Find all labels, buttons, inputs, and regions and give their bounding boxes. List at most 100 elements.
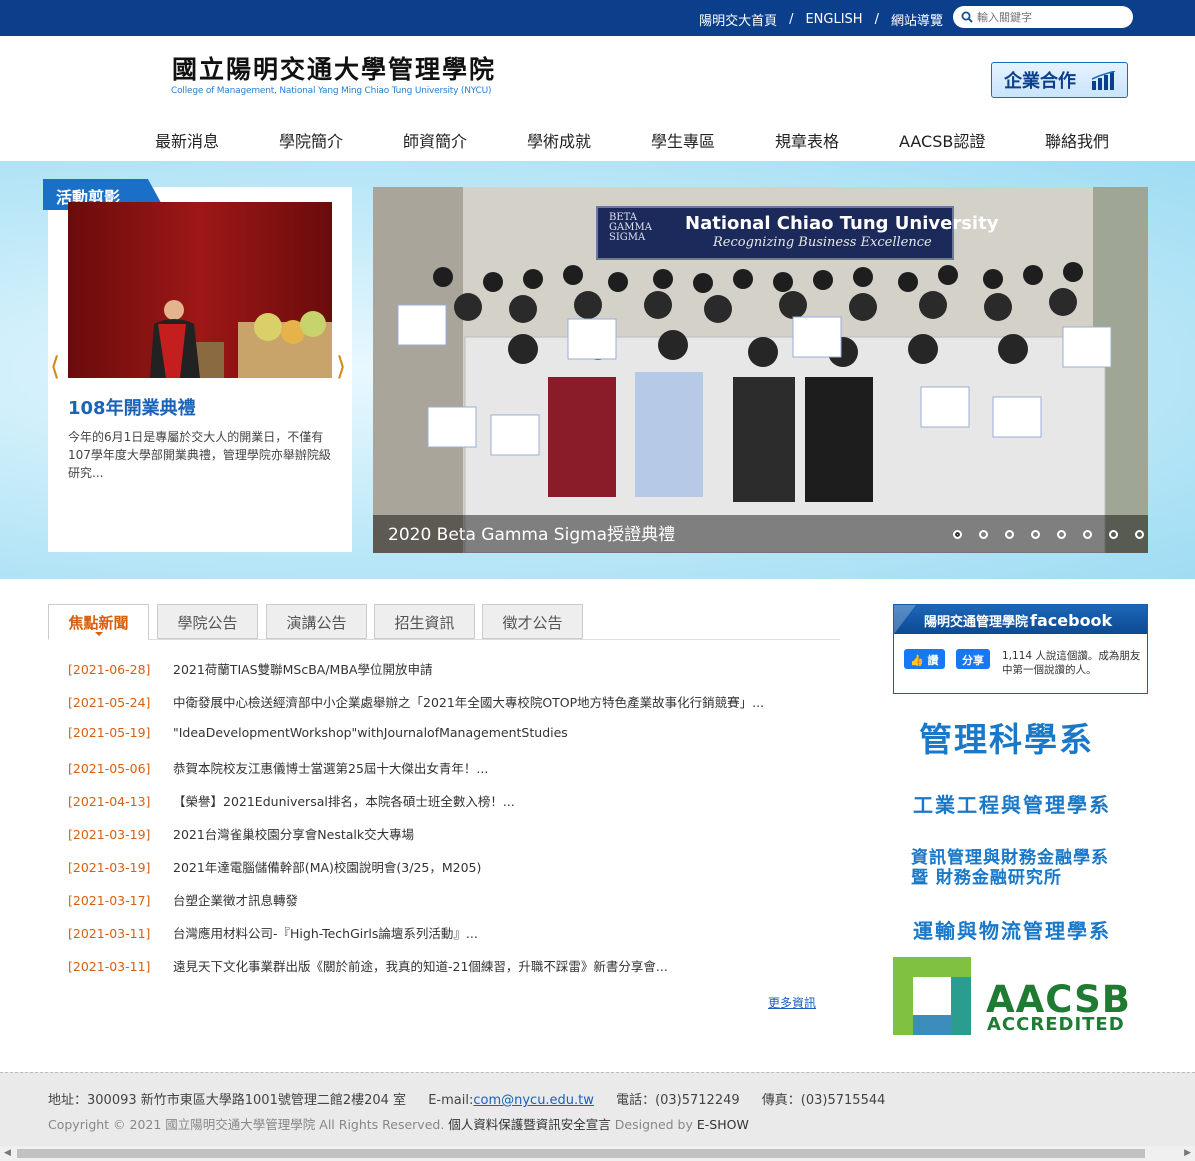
- news-title: 恭賀本院校友江惠儀博士當選第25屆十大傑出女青年！...: [173, 761, 489, 776]
- news-date: [2021-05-24]: [68, 695, 151, 710]
- top-bar: 陽明交大首頁 / ENGLISH / 網站導覽: [0, 0, 1195, 36]
- nav-contact[interactable]: 聯絡我們: [1045, 128, 1109, 152]
- main-navigation: 最新消息 學院簡介 師資簡介 學術成就 學生專區 規章表格 AACSB認證 聯絡…: [0, 128, 1195, 152]
- more-info-link[interactable]: 更多資訊: [768, 994, 816, 1011]
- news-item[interactable]: [2021-05-06] 恭賀本院校友江惠儀博士當選第25屆十大傑出女青年！...: [68, 758, 488, 777]
- tab-admissions[interactable]: 招生資訊: [374, 604, 475, 639]
- hero-slider[interactable]: BETA GAMMA SIGMA National Chiao Tung Uni…: [373, 187, 1148, 553]
- slide-caption[interactable]: 2020 Beta Gamma Sigma授證典禮: [388, 520, 675, 545]
- news-date: [2021-03-19]: [68, 827, 151, 842]
- news-title: 2021台灣雀巢校園分享會Nestalk交大專場: [173, 827, 415, 842]
- facebook-like-button[interactable]: 👍 讚: [904, 649, 945, 669]
- thumbs-up-icon: 👍: [910, 654, 928, 667]
- facebook-brand: facebook: [1030, 611, 1113, 630]
- news-item[interactable]: [2021-03-17] 台塑企業徵才訊息轉發: [68, 890, 298, 909]
- scroll-left-icon[interactable]: ◀: [4, 1148, 11, 1158]
- english-link[interactable]: ENGLISH: [805, 12, 862, 27]
- facebook-share-button[interactable]: 分享: [956, 649, 990, 669]
- nycu-home-link[interactable]: 陽明交大首頁: [699, 10, 777, 29]
- slider-dot[interactable]: [979, 530, 988, 539]
- activity-description: 今年的6月1日是專屬於交大人的開業日，不僅有107學年度大學部開業典禮，管理學院…: [68, 430, 331, 480]
- dept-industrial-engineering[interactable]: 工業工程與管理學系: [913, 789, 1111, 818]
- activity-title[interactable]: 108年開業典禮: [68, 394, 196, 420]
- search-box: [953, 6, 1133, 28]
- nav-students[interactable]: 學生專區: [651, 128, 715, 152]
- news-title: 台灣應用材料公司-『High-TechGirls論壇系列活動』...: [173, 926, 478, 941]
- dept-finance-institute[interactable]: 暨 財務金融研究所: [911, 863, 1062, 888]
- separator: /: [874, 12, 879, 27]
- nav-academic[interactable]: 學術成就: [527, 128, 591, 152]
- activity-prev-arrow[interactable]: ⟨: [50, 352, 60, 382]
- news-title: 台塑企業徵才訊息轉發: [173, 893, 299, 908]
- news-item[interactable]: [2021-03-19] 2021年達電腦儲備幹部(MA)校園說明會(3/25，M…: [68, 857, 481, 876]
- search-icon[interactable]: [961, 11, 973, 23]
- copyright-text: Copyright © 2021 國立陽明交通大學管理學院 All Rights…: [48, 1117, 445, 1132]
- college-title[interactable]: 國立陽明交通大學管理學院: [172, 50, 496, 86]
- dept-transportation-logistics[interactable]: 運輸與物流管理學系: [913, 915, 1111, 944]
- news-date: [2021-06-28]: [68, 662, 151, 677]
- banner-title: National Chiao Tung University: [685, 213, 999, 234]
- aacsb-logo-icon[interactable]: [893, 957, 971, 1035]
- footer-phone: 電話：(03)5712249: [616, 1093, 740, 1108]
- footer-address: 地址：300093 新竹市東區大學路1001號管理二館2樓204 室: [48, 1093, 407, 1108]
- tab-recruitment[interactable]: 徵才公告: [482, 604, 583, 639]
- coop-label: 企業合作: [1004, 71, 1076, 92]
- news-date: [2021-05-19]: [68, 725, 151, 740]
- facebook-page-name: 陽明交通管理學院: [924, 615, 1029, 630]
- dept-management-science[interactable]: 管理科學系: [919, 713, 1094, 761]
- slider-dot[interactable]: [1005, 530, 1014, 539]
- slider-dot[interactable]: [1135, 530, 1144, 539]
- news-title: 2021荷蘭TIAS雙聯MScBA/MBA學位開放申請: [173, 662, 433, 677]
- sitemap-link[interactable]: 網站導覽: [891, 10, 943, 29]
- slider-pagination: [936, 530, 1144, 539]
- news-item[interactable]: [2021-04-13] 【榮譽】2021Eduniversal排名，本院各碩士班…: [68, 791, 515, 810]
- facebook-like-count: 1,114 人說這個讚。成為朋友中第一個說讚的人。: [1002, 650, 1141, 676]
- slider-dot[interactable]: [1031, 530, 1040, 539]
- activity-photo[interactable]: [68, 202, 332, 378]
- slider-dot[interactable]: [1083, 530, 1092, 539]
- ribbon-icon: [894, 605, 916, 634]
- news-item[interactable]: [2021-03-11] 台灣應用材料公司-『High-TechGirls論壇系列…: [68, 923, 478, 942]
- factory-chart-icon: [1091, 71, 1116, 90]
- news-item[interactable]: [2021-03-11] 遠見天下文化事業群出版《關於前途，我真的知道-21個練習…: [68, 956, 668, 975]
- news-item[interactable]: [2021-03-19] 2021台灣雀巢校園分享會Nestalk交大專場: [68, 824, 414, 843]
- nav-regulations[interactable]: 規章表格: [775, 128, 839, 152]
- tab-lecture-announcements[interactable]: 演講公告: [266, 604, 367, 639]
- footer-email-label: E-mail:: [428, 1093, 474, 1108]
- horizontal-scrollbar[interactable]: ◀ ▶: [0, 1146, 1195, 1161]
- footer-copyright-line: Copyright © 2021 國立陽明交通大學管理學院 All Rights…: [48, 1114, 749, 1133]
- enterprise-cooperation-button[interactable]: 企業合作: [991, 62, 1128, 98]
- search-input[interactable]: [977, 10, 1117, 24]
- nav-about[interactable]: 學院簡介: [279, 128, 343, 152]
- like-label: 讚: [927, 654, 939, 667]
- tab-college-announcements[interactable]: 學院公告: [157, 604, 258, 639]
- facebook-widget: 陽明交通管理學院 facebook 👍 讚 分享 1,114 人說這個讚。成為朋友…: [893, 604, 1148, 694]
- designed-by-label: Designed by: [614, 1117, 693, 1132]
- tab-featured-news[interactable]: 焦點新聞: [48, 604, 149, 640]
- news-item[interactable]: [2021-05-19] "IdeaDevelopmentWorkshop"wit…: [68, 725, 568, 740]
- facebook-header[interactable]: 陽明交通管理學院 facebook: [894, 605, 1147, 634]
- news-item[interactable]: [2021-05-24] 中衛發展中心檢送經濟部中小企業處舉辦之「2021年全國大…: [68, 692, 764, 711]
- slider-dot[interactable]: [953, 530, 962, 539]
- aacsb-accredited: ACCREDITED: [987, 1014, 1125, 1035]
- news-date: [2021-03-19]: [68, 860, 151, 875]
- news-title: "IdeaDevelopmentWorkshop"withJournalofMa…: [173, 725, 568, 740]
- slider-dot[interactable]: [1057, 530, 1066, 539]
- nav-latest-news[interactable]: 最新消息: [155, 128, 219, 152]
- news-item[interactable]: [2021-06-28] 2021荷蘭TIAS雙聯MScBA/MBA學位開放申請: [68, 659, 432, 678]
- news-title: 2021年達電腦儲備幹部(MA)校園說明會(3/25，M205): [173, 860, 482, 875]
- scrollbar-thumb[interactable]: [17, 1149, 1145, 1158]
- news-date: [2021-03-17]: [68, 893, 151, 908]
- scroll-right-icon[interactable]: ▶: [1184, 1148, 1191, 1158]
- slider-dot[interactable]: [1109, 530, 1118, 539]
- news-title: 中衛發展中心檢送經濟部中小企業處舉辦之「2021年全國大專校院OTOP地方特色產…: [173, 695, 765, 710]
- top-links: 陽明交大首頁 / ENGLISH / 網站導覽: [699, 10, 943, 29]
- nav-faculty[interactable]: 師資簡介: [403, 128, 467, 152]
- nav-aacsb[interactable]: AACSB認證: [899, 128, 985, 152]
- news-title: 遠見天下文化事業群出版《關於前途，我真的知道-21個練習，升職不踩雷》新書分享會…: [173, 959, 668, 974]
- designer-link[interactable]: E-SHOW: [697, 1117, 749, 1132]
- privacy-link[interactable]: 個人資料保護暨資訊安全宣言: [448, 1117, 611, 1132]
- activity-next-arrow[interactable]: ⟩: [336, 352, 346, 382]
- footer-email-link[interactable]: com@nycu.edu.tw: [473, 1093, 594, 1108]
- college-subtitle: College of Management, National Yang Min…: [171, 86, 492, 96]
